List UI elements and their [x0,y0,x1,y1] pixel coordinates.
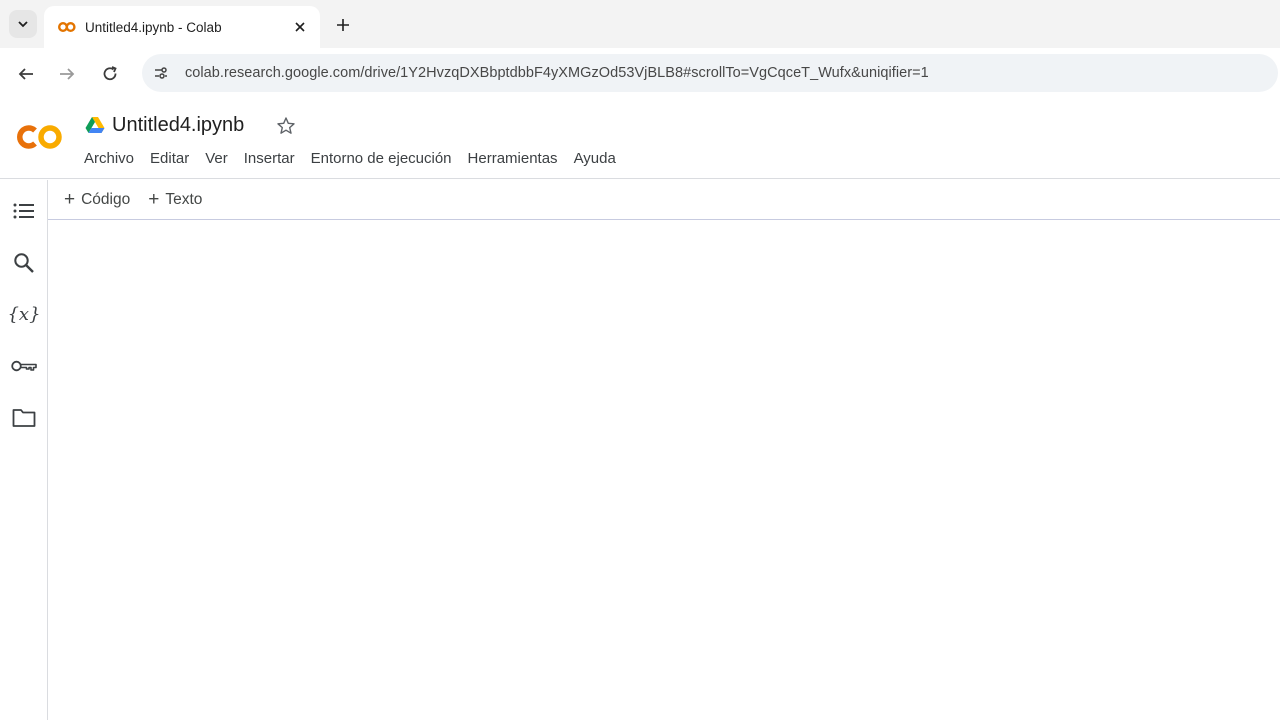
reload-button[interactable] [96,60,124,88]
plus-icon: + [64,189,76,210]
chevron-down-icon [18,21,28,28]
left-sidebar: {x} [0,180,48,720]
cell-toolbar: + Código + Texto [48,180,1280,220]
folder-icon [12,409,36,427]
tab-search-button[interactable] [9,10,37,38]
browser-toolbar: colab.research.google.com/drive/1Y2HvzqD… [0,48,1280,100]
arrow-right-icon [60,68,75,80]
variables-icon: {x} [7,303,41,325]
notebook-area[interactable] [49,221,1280,720]
menu-insertar[interactable]: Insertar [236,148,303,169]
menu-ver[interactable]: Ver [197,148,236,169]
plus-icon: + [148,189,160,210]
arrow-left-icon [18,68,33,80]
new-tab-button[interactable] [330,12,356,38]
site-info-button[interactable] [146,58,176,88]
table-of-contents-button[interactable] [9,196,39,226]
tune-icon [155,67,167,79]
menu-entorno-de-ejecucion[interactable]: Entorno de ejecución [303,148,460,169]
menu-archivo[interactable]: Archivo [76,148,142,169]
back-button[interactable] [12,60,40,88]
star-icon [277,117,295,134]
colab-favicon-icon [58,22,76,32]
reload-icon [103,66,117,81]
add-code-button[interactable]: + Código [64,190,130,209]
forward-button[interactable] [53,60,81,88]
menu-herramientas[interactable]: Herramientas [460,148,566,169]
close-tab-button[interactable] [288,15,312,39]
files-button[interactable] [9,403,39,433]
plus-icon [337,19,349,31]
key-icon [11,360,37,372]
menu-ayuda[interactable]: Ayuda [566,148,624,169]
browser-tab-strip: Untitled4.ipynb - Colab [0,0,1280,48]
close-icon [295,22,305,32]
add-text-label: Texto [165,190,203,208]
colab-logo[interactable] [16,122,66,152]
tab-title: Untitled4.ipynb - Colab [85,19,222,35]
notebook-title[interactable]: Untitled4.ipynb [112,114,244,137]
list-icon [13,203,34,219]
star-button[interactable] [274,114,298,138]
colab-header: Untitled4.ipynb Archivo Editar Ver Inser… [0,100,1280,179]
browser-tab[interactable]: Untitled4.ipynb - Colab [44,6,320,48]
search-button[interactable] [9,248,39,278]
search-icon [14,253,34,273]
menu-editar[interactable]: Editar [142,148,197,169]
google-drive-icon[interactable] [85,116,105,134]
secrets-button[interactable] [9,351,39,381]
add-code-label: Código [81,190,131,208]
address-bar[interactable]: colab.research.google.com/drive/1Y2HvzqD… [142,54,1278,92]
menu-bar: Archivo Editar Ver Insertar Entorno de e… [76,148,624,169]
add-text-button[interactable]: + Texto [148,190,202,209]
variables-button[interactable]: {x} [7,299,41,329]
url-text: colab.research.google.com/drive/1Y2HvzqD… [185,65,929,81]
